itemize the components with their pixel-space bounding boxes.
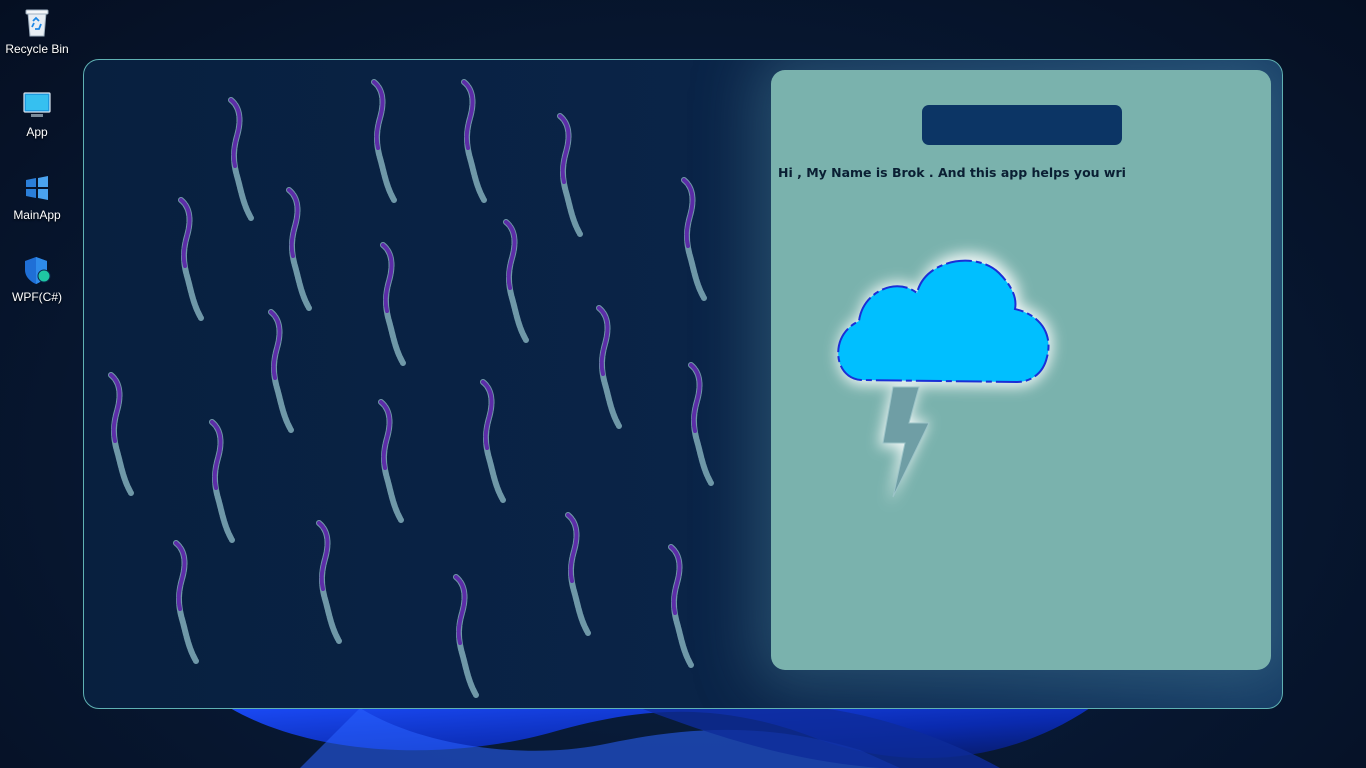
- desktop-icon-recycle-bin[interactable]: Recycle Bin: [0, 6, 74, 56]
- monitor-icon: [21, 89, 53, 121]
- worm-icon: [453, 574, 479, 698]
- worm-icon: [681, 177, 707, 301]
- worm-icon: [503, 219, 529, 343]
- desktop-icon-label: WPF(C#): [12, 290, 62, 304]
- worm-icon: [461, 79, 487, 203]
- recycle-bin-icon: [21, 6, 53, 38]
- worm-icon: [380, 242, 406, 366]
- intro-text: Hi , My Name is Brok . And this app help…: [778, 165, 1126, 180]
- desktop-icon-wpf[interactable]: WPF(C#): [0, 254, 74, 304]
- desktop-icon-label: App: [26, 125, 48, 139]
- worm-icon: [268, 309, 294, 433]
- weather-art: [837, 253, 1053, 505]
- worm-icon: [565, 512, 591, 636]
- worm-icon: [286, 187, 312, 311]
- worm-icon: [173, 540, 199, 664]
- worm-icon: [378, 399, 404, 523]
- worm-icon: [316, 520, 342, 644]
- worm-icon: [557, 113, 583, 237]
- lightning-bolt-icon: [882, 386, 930, 498]
- info-panel: Hi , My Name is Brok . And this app help…: [771, 70, 1271, 670]
- windows-logo-icon: [21, 172, 53, 204]
- desktop-icon-mainapp[interactable]: MainApp: [0, 172, 74, 222]
- worm-icon: [688, 362, 714, 486]
- worm-icon: [371, 79, 397, 203]
- worm-animation-area: [108, 79, 714, 698]
- worm-icon: [108, 372, 134, 496]
- desktop-icon-label: MainApp: [13, 208, 61, 222]
- name-bar: [922, 105, 1122, 145]
- shield-icon: [21, 254, 53, 286]
- worm-icon: [668, 544, 694, 668]
- app-window[interactable]: Hi , My Name is Brok . And this app help…: [83, 59, 1283, 709]
- desktop-icon-label: Recycle Bin: [5, 42, 69, 56]
- worm-icon: [480, 379, 506, 503]
- worm-icon: [228, 97, 254, 221]
- worm-icon: [178, 197, 204, 321]
- worm-icon: [209, 419, 235, 543]
- desktop-icon-app[interactable]: App: [0, 89, 74, 139]
- worm-icon: [596, 305, 622, 429]
- cloud-icon: [837, 259, 1050, 384]
